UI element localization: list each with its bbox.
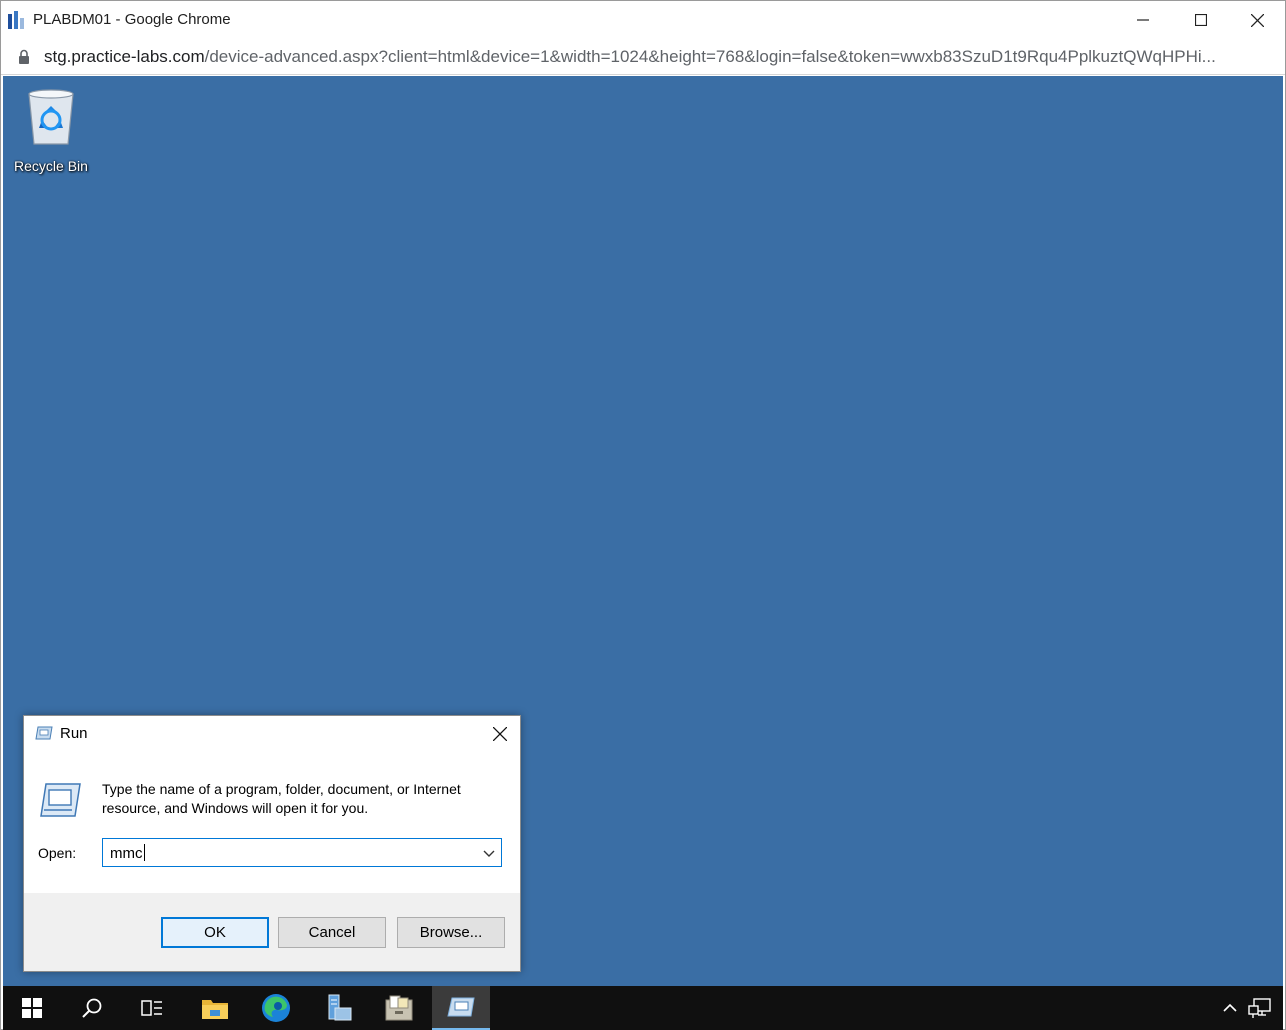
- task-view-button[interactable]: [123, 986, 181, 1030]
- address-bar[interactable]: stg.practice-labs.com/device-advanced.as…: [1, 39, 1285, 75]
- lock-icon[interactable]: [18, 49, 30, 65]
- close-button[interactable]: [1229, 1, 1286, 39]
- server-manager-button[interactable]: [309, 986, 367, 1030]
- app-icon: [8, 11, 24, 29]
- minimize-button[interactable]: [1114, 1, 1171, 39]
- file-cabinet-icon: [385, 995, 413, 1021]
- file-explorer-button[interactable]: [186, 986, 244, 1030]
- cancel-button[interactable]: Cancel: [278, 917, 386, 948]
- task-view-icon: [141, 1000, 162, 1016]
- run-titlebar[interactable]: Run: [24, 716, 520, 752]
- run-program-icon: [40, 783, 81, 817]
- browser-window: PLABDM01 - Google Chrome stg.practice-la…: [0, 0, 1286, 1030]
- browse-button[interactable]: Browse...: [397, 917, 505, 948]
- open-input-value: mmc: [110, 845, 143, 862]
- url-host: stg.practice-labs.com: [44, 47, 205, 66]
- search-icon: [82, 998, 102, 1018]
- chevron-up-icon[interactable]: [1220, 998, 1240, 1018]
- taskbar: [3, 986, 1283, 1030]
- search-button[interactable]: [63, 986, 121, 1030]
- chevron-down-icon[interactable]: [482, 846, 496, 860]
- edge-icon: [262, 994, 290, 1022]
- run-dialog-footer: OK Cancel Browse...: [24, 893, 520, 971]
- close-icon: [493, 727, 507, 741]
- run-close-button[interactable]: [482, 719, 518, 749]
- url-path: /device-advanced.aspx?client=html&device…: [204, 47, 1216, 66]
- run-icon: [35, 726, 53, 740]
- open-label: Open:: [38, 845, 77, 861]
- server-manager-icon: [328, 994, 352, 1021]
- run-dialog-body: Type the name of a program, folder, docu…: [24, 752, 520, 893]
- open-input[interactable]: mmc: [110, 844, 145, 862]
- maximize-icon: [1194, 14, 1207, 26]
- recycle-bin-icon: [28, 89, 74, 145]
- ok-button[interactable]: OK: [161, 917, 269, 948]
- start-button[interactable]: [3, 986, 61, 1030]
- run-icon: [447, 997, 475, 1017]
- close-icon: [1251, 13, 1264, 27]
- remote-desktop[interactable]: Recycle Bin Run Type the name of a progr…: [3, 76, 1283, 986]
- url-text[interactable]: stg.practice-labs.com/device-advanced.as…: [44, 47, 1266, 67]
- windows-logo-icon: [22, 998, 42, 1018]
- run-dialog: Run Type the name of a program, folder, …: [23, 715, 521, 972]
- desktop-icon-recycle-bin[interactable]: Recycle Bin: [11, 84, 91, 176]
- open-combobox[interactable]: mmc: [102, 838, 502, 867]
- maximize-button[interactable]: [1172, 1, 1229, 39]
- text-caret: [143, 844, 145, 861]
- run-description: Type the name of a program, folder, docu…: [102, 781, 461, 816]
- recycle-bin-label: Recycle Bin: [14, 158, 88, 174]
- window-title: PLABDM01 - Google Chrome: [33, 11, 231, 28]
- browser-titlebar[interactable]: PLABDM01 - Google Chrome: [1, 1, 1285, 39]
- run-taskbar-button[interactable]: [432, 986, 490, 1030]
- folder-icon: [202, 1000, 228, 1019]
- network-icon[interactable]: [1248, 997, 1272, 1019]
- run-dialog-title: Run: [60, 725, 88, 742]
- file-cabinet-button[interactable]: [370, 986, 428, 1030]
- minimize-icon: [1136, 19, 1149, 21]
- edge-button[interactable]: [247, 986, 305, 1030]
